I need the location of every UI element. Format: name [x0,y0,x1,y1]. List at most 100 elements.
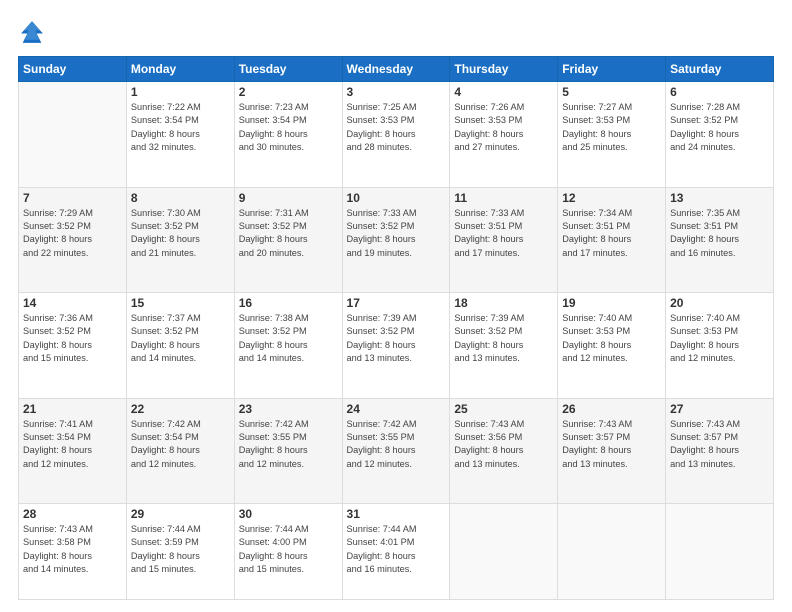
day-number: 6 [670,85,769,99]
day-number: 26 [562,402,661,416]
day-number: 11 [454,191,553,205]
day-info: Sunrise: 7:31 AM Sunset: 3:52 PM Dayligh… [239,207,338,260]
calendar-cell: 24Sunrise: 7:42 AM Sunset: 3:55 PM Dayli… [342,398,450,504]
weekday-header-thursday: Thursday [450,57,558,82]
calendar-cell: 18 Sunrise: 7:39 AM Sunset: 3:52 PM Dayli… [450,293,558,399]
day-info: Sunrise: 7:29 AM Sunset: 3:52 PM Dayligh… [23,207,122,260]
day-info: Sunrise: 7:37 AM Sunset: 3:52 PM Dayligh… [131,312,230,365]
day-number: 17 [347,296,446,310]
calendar-cell: 29Sunrise: 7:44 AM Sunset: 3:59 PM Dayli… [126,504,234,600]
day-number: 2 [239,85,338,99]
day-info: Sunrise: 7:44 AM Sunset: 4:01 PM Dayligh… [347,523,446,576]
calendar-header-row: SundayMondayTuesdayWednesdayThursdayFrid… [19,57,774,82]
calendar-cell: 14 Sunrise: 7:36 AM Sunset: 3:52 PM Dayli… [19,293,127,399]
day-number: 29 [131,507,230,521]
calendar-cell: 28 Sunrise: 7:43 AM Sunset: 3:58 PM Dayli… [19,504,127,600]
day-number: 18 [454,296,553,310]
day-number: 10 [347,191,446,205]
page: SundayMondayTuesdayWednesdayThursdayFrid… [0,0,792,612]
day-info: Sunrise: 7:27 AM Sunset: 3:53 PM Dayligh… [562,101,661,154]
calendar-cell: 17 Sunrise: 7:39 AM Sunset: 3:52 PM Dayli… [342,293,450,399]
weekday-header-sunday: Sunday [19,57,127,82]
day-number: 4 [454,85,553,99]
day-info: Sunrise: 7:22 AM Sunset: 3:54 PM Dayligh… [131,101,230,154]
day-number: 7 [23,191,122,205]
day-number: 19 [562,296,661,310]
calendar-week-1: 1 Sunrise: 7:22 AM Sunset: 3:54 PM Daylig… [19,82,774,188]
calendar-cell: 15Sunrise: 7:37 AM Sunset: 3:52 PM Dayli… [126,293,234,399]
calendar-cell: 9 Sunrise: 7:31 AM Sunset: 3:52 PM Daylig… [234,187,342,293]
day-number: 14 [23,296,122,310]
calendar-week-3: 14 Sunrise: 7:36 AM Sunset: 3:52 PM Dayli… [19,293,774,399]
day-number: 9 [239,191,338,205]
day-info: Sunrise: 7:33 AM Sunset: 3:52 PM Dayligh… [347,207,446,260]
day-info: Sunrise: 7:38 AM Sunset: 3:52 PM Dayligh… [239,312,338,365]
calendar-cell: 2 Sunrise: 7:23 AM Sunset: 3:54 PM Daylig… [234,82,342,188]
calendar-cell: 3 Sunrise: 7:25 AM Sunset: 3:53 PM Daylig… [342,82,450,188]
calendar-cell: 16 Sunrise: 7:38 AM Sunset: 3:52 PM Dayli… [234,293,342,399]
day-number: 20 [670,296,769,310]
day-number: 12 [562,191,661,205]
day-number: 23 [239,402,338,416]
day-number: 22 [131,402,230,416]
day-info: Sunrise: 7:34 AM Sunset: 3:51 PM Dayligh… [562,207,661,260]
day-info: Sunrise: 7:30 AM Sunset: 3:52 PM Dayligh… [131,207,230,260]
calendar-cell: 12 Sunrise: 7:34 AM Sunset: 3:51 PM Dayli… [558,187,666,293]
weekday-header-monday: Monday [126,57,234,82]
day-number: 16 [239,296,338,310]
day-number: 31 [347,507,446,521]
calendar-cell: 6Sunrise: 7:28 AM Sunset: 3:52 PM Daylig… [666,82,774,188]
day-info: Sunrise: 7:42 AM Sunset: 3:55 PM Dayligh… [347,418,446,471]
calendar-cell: 27Sunrise: 7:43 AM Sunset: 3:57 PM Dayli… [666,398,774,504]
calendar-cell: 31 Sunrise: 7:44 AM Sunset: 4:01 PM Dayli… [342,504,450,600]
calendar-cell: 30 Sunrise: 7:44 AM Sunset: 4:00 PM Dayli… [234,504,342,600]
day-info: Sunrise: 7:43 AM Sunset: 3:56 PM Dayligh… [454,418,553,471]
day-info: Sunrise: 7:40 AM Sunset: 3:53 PM Dayligh… [562,312,661,365]
day-info: Sunrise: 7:41 AM Sunset: 3:54 PM Dayligh… [23,418,122,471]
calendar-cell: 10 Sunrise: 7:33 AM Sunset: 3:52 PM Dayli… [342,187,450,293]
day-number: 1 [131,85,230,99]
day-info: Sunrise: 7:39 AM Sunset: 3:52 PM Dayligh… [347,312,446,365]
calendar-table: SundayMondayTuesdayWednesdayThursdayFrid… [18,56,774,600]
day-number: 25 [454,402,553,416]
day-info: Sunrise: 7:23 AM Sunset: 3:54 PM Dayligh… [239,101,338,154]
calendar-cell: 4Sunrise: 7:26 AM Sunset: 3:53 PM Daylig… [450,82,558,188]
day-number: 13 [670,191,769,205]
calendar-cell: 23 Sunrise: 7:42 AM Sunset: 3:55 PM Dayli… [234,398,342,504]
header [18,18,774,46]
day-info: Sunrise: 7:42 AM Sunset: 3:54 PM Dayligh… [131,418,230,471]
day-info: Sunrise: 7:42 AM Sunset: 3:55 PM Dayligh… [239,418,338,471]
calendar-week-2: 7 Sunrise: 7:29 AM Sunset: 3:52 PM Daylig… [19,187,774,293]
weekday-header-saturday: Saturday [666,57,774,82]
calendar-week-5: 28 Sunrise: 7:43 AM Sunset: 3:58 PM Dayli… [19,504,774,600]
calendar-cell: 26Sunrise: 7:43 AM Sunset: 3:57 PM Dayli… [558,398,666,504]
calendar-week-4: 21 Sunrise: 7:41 AM Sunset: 3:54 PM Dayli… [19,398,774,504]
calendar-cell: 25 Sunrise: 7:43 AM Sunset: 3:56 PM Dayli… [450,398,558,504]
day-number: 27 [670,402,769,416]
calendar-cell: 11 Sunrise: 7:33 AM Sunset: 3:51 PM Dayli… [450,187,558,293]
day-info: Sunrise: 7:25 AM Sunset: 3:53 PM Dayligh… [347,101,446,154]
calendar-cell [450,504,558,600]
weekday-header-tuesday: Tuesday [234,57,342,82]
calendar-cell: 8Sunrise: 7:30 AM Sunset: 3:52 PM Daylig… [126,187,234,293]
day-number: 3 [347,85,446,99]
day-number: 5 [562,85,661,99]
day-info: Sunrise: 7:43 AM Sunset: 3:58 PM Dayligh… [23,523,122,576]
day-info: Sunrise: 7:39 AM Sunset: 3:52 PM Dayligh… [454,312,553,365]
day-number: 30 [239,507,338,521]
day-info: Sunrise: 7:40 AM Sunset: 3:53 PM Dayligh… [670,312,769,365]
logo-icon [18,18,46,46]
calendar-cell: 7 Sunrise: 7:29 AM Sunset: 3:52 PM Daylig… [19,187,127,293]
calendar-cell: 1 Sunrise: 7:22 AM Sunset: 3:54 PM Daylig… [126,82,234,188]
day-info: Sunrise: 7:33 AM Sunset: 3:51 PM Dayligh… [454,207,553,260]
weekday-header-friday: Friday [558,57,666,82]
day-number: 28 [23,507,122,521]
calendar-cell: 5 Sunrise: 7:27 AM Sunset: 3:53 PM Daylig… [558,82,666,188]
weekday-header-wednesday: Wednesday [342,57,450,82]
day-number: 21 [23,402,122,416]
calendar-cell: 20 Sunrise: 7:40 AM Sunset: 3:53 PM Dayli… [666,293,774,399]
calendar-cell: 19 Sunrise: 7:40 AM Sunset: 3:53 PM Dayli… [558,293,666,399]
day-info: Sunrise: 7:44 AM Sunset: 4:00 PM Dayligh… [239,523,338,576]
calendar-cell: 13Sunrise: 7:35 AM Sunset: 3:51 PM Dayli… [666,187,774,293]
day-info: Sunrise: 7:36 AM Sunset: 3:52 PM Dayligh… [23,312,122,365]
